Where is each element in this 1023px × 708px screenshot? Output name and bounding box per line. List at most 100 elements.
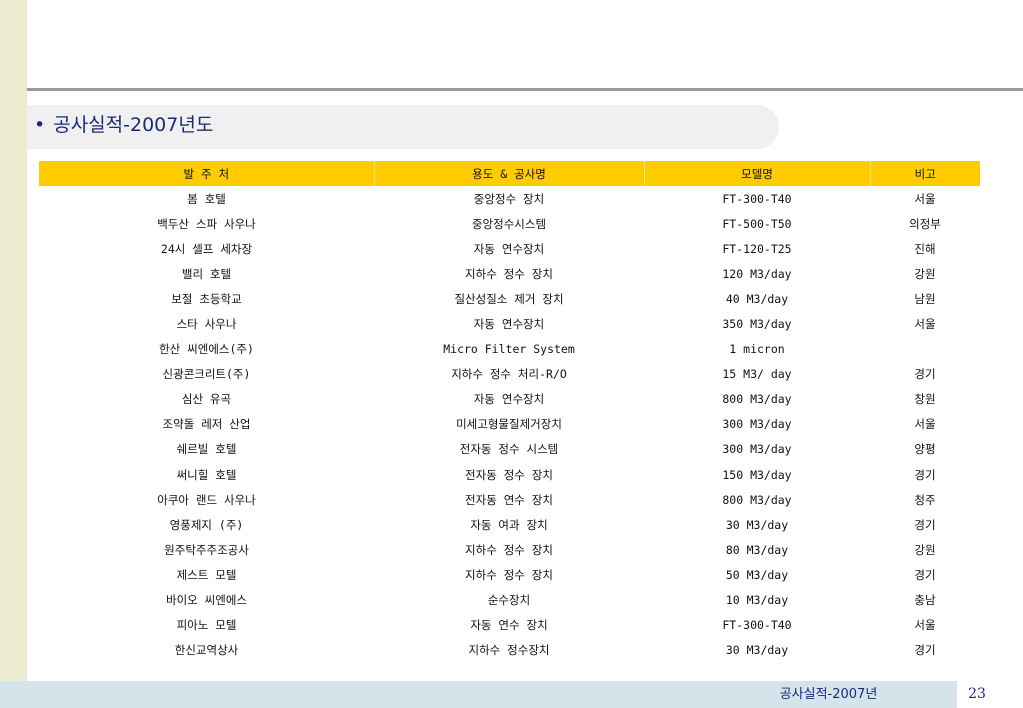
- cell-model: 800 M3/day: [722, 492, 792, 507]
- table-row: 피아노 모텔 자동 연수 장치 FT-300-T40 서울: [39, 613, 980, 638]
- cell-note: 충남: [914, 593, 936, 608]
- cell-note: 청주: [914, 492, 936, 507]
- cell-purpose: 자동 연수장치: [473, 392, 545, 407]
- cell-model: 50 M3/day: [725, 567, 789, 582]
- table-row: 24시 셀프 세차장 자동 연수장치 FT-120-T25 진해: [39, 236, 980, 261]
- cell-purpose: Micro Filter System: [443, 342, 575, 357]
- cell-model: 30 M3/day: [725, 517, 789, 532]
- table-body: 봄 호텔 중앙정수 장치 FT-300-T40 서울 백두산 스파 사우나 중앙정수시스템…: [39, 186, 980, 663]
- cell-note: 서울: [914, 191, 936, 206]
- cell-note: 서울: [914, 417, 936, 432]
- table-row: 쉐르빌 호텔 전자동 정수 시스템 300 M3/day 양평: [39, 437, 980, 462]
- header-purpose: 용도 & 공사명: [374, 161, 645, 186]
- cell-note: 경기: [914, 467, 936, 482]
- cell-purpose: 중앙정수 장치: [473, 191, 545, 206]
- top-divider: [27, 88, 1023, 91]
- cell-note: 경기: [914, 643, 936, 658]
- cell-note: 서울: [914, 618, 936, 633]
- cell-client: 백두산 스파 사우나: [157, 216, 256, 231]
- table-row: 바이오 씨엔에스 순수장치 10 M3/day 충남: [39, 588, 980, 613]
- header-note: 비고: [870, 161, 980, 186]
- cell-purpose: 질산성질소 제거 장치: [454, 291, 564, 306]
- table-row: 신광콘크리트(주) 지하수 정수 처리-R/O 15 M3/ day 경기: [39, 362, 980, 387]
- table-row: 밸리 호텔 지하수 정수 장치 120 M3/day 강원: [39, 261, 980, 286]
- cell-purpose: 전자동 정수 시스템: [459, 442, 559, 457]
- table-row: 원주탁주주조공사 지하수 정수 장치 80 M3/day 강원: [39, 537, 980, 562]
- table-row: 한산 씨엔에스(주) Micro Filter System 1 micron: [39, 337, 980, 362]
- cell-model: 150 M3/day: [722, 467, 792, 482]
- table-row: 써니힐 호텔 전자동 정수 장치 150 M3/day 경기: [39, 462, 980, 487]
- cell-client: 아쿠아 랜드 사우나: [157, 492, 256, 507]
- cell-model: 300 M3/day: [722, 417, 792, 432]
- cell-client: 한산 씨엔에스(주): [159, 342, 254, 357]
- cell-model: FT-120-T25: [722, 241, 792, 256]
- cell-model: 800 M3/day: [722, 392, 792, 407]
- table-row: 백두산 스파 사우나 중앙정수시스템 FT-500-T50 의정부: [39, 211, 980, 236]
- cell-model: FT-300-T40: [722, 191, 792, 206]
- cell-model: 10 M3/day: [725, 593, 789, 608]
- cell-note: 의정부: [909, 216, 941, 231]
- cell-client: 밸리 호텔: [181, 266, 232, 281]
- footer-label: 공사실적-2007년: [779, 687, 878, 702]
- cell-model: 40 M3/day: [725, 291, 789, 306]
- cell-client: 써니힐 호텔: [176, 467, 237, 482]
- cell-purpose: 자동 연수 장치: [470, 618, 548, 633]
- header-client: 발 주 처: [39, 161, 375, 186]
- table-row: 봄 호텔 중앙정수 장치 FT-300-T40 서울: [39, 186, 980, 211]
- cell-model: 30 M3/day: [725, 643, 789, 658]
- cell-client: 제스트 모텔: [176, 567, 237, 582]
- cell-purpose: 자동 연수장치: [473, 241, 545, 256]
- cell-purpose: 전자동 정수 장치: [465, 467, 553, 482]
- cell-client: 봄 호텔: [187, 191, 226, 206]
- cell-purpose: 지하수 정수 장치: [465, 542, 553, 557]
- cell-note: 경기: [914, 517, 936, 532]
- cell-note: [870, 337, 980, 362]
- cell-client: 피아노 모텔: [176, 618, 237, 633]
- cell-model: 300 M3/day: [722, 442, 792, 457]
- bullet-icon: •: [34, 114, 46, 136]
- table-row: 제스트 모텔 지하수 정수 장치 50 M3/day 경기: [39, 562, 980, 587]
- cell-model: 120 M3/day: [722, 266, 792, 281]
- table-row: 보절 초등학교 질산성질소 제거 장치 40 M3/day 남원: [39, 286, 980, 311]
- cell-purpose: 중앙정수시스템: [471, 216, 547, 231]
- cell-model: 15 M3/ day: [722, 367, 792, 382]
- cell-purpose: 미세고형물질제거장치: [456, 417, 562, 432]
- cell-client: 한신교역상사: [174, 643, 239, 658]
- header-model: 모델명: [644, 161, 871, 186]
- cell-purpose: 순수장치: [487, 593, 531, 608]
- cell-model: FT-300-T40: [722, 618, 792, 633]
- page-number: 23: [968, 686, 986, 702]
- table-row: 조약돌 레저 산업 미세고형물질제거장치 300 M3/day 서울: [39, 412, 980, 437]
- table-row: 스타 사우나 자동 연수장치 350 M3/day 서울: [39, 311, 980, 336]
- cell-client: 심산 유곡: [181, 392, 232, 407]
- cell-client: 24시 셀프 세차장: [160, 241, 253, 256]
- cell-note: 창원: [914, 392, 936, 407]
- cell-client: 보절 초등학교: [171, 291, 242, 306]
- cell-purpose: 지하수 정수 장치: [465, 567, 553, 582]
- cell-note: 양평: [914, 442, 936, 457]
- table-header-row: 발 주 처 용도 & 공사명 모델명 비고: [39, 161, 980, 186]
- left-decor-strip: [0, 0, 27, 681]
- cell-purpose: 지하수 정수 처리-R/O: [451, 367, 567, 382]
- table-row: 영풍제지 (주) 자동 여과 장치 30 M3/day 경기: [39, 512, 980, 537]
- cell-client: 쉐르빌 호텔: [176, 442, 237, 457]
- cell-note: 서울: [914, 317, 936, 332]
- cell-model: FT-500-T50: [722, 216, 792, 231]
- cell-model: 350 M3/day: [722, 317, 792, 332]
- cell-client: 신광콘크리트(주): [162, 367, 251, 382]
- title-text: 공사실적-2007년도: [53, 114, 214, 136]
- cell-model: 80 M3/day: [725, 542, 789, 557]
- table-row: 한신교역상사 지하수 정수장치 30 M3/day 경기: [39, 638, 980, 663]
- cell-client: 바이오 씨엔에스: [166, 593, 247, 608]
- cell-note: 남원: [914, 291, 936, 306]
- cell-note: 경기: [914, 367, 936, 382]
- cell-model: 1 micron: [729, 342, 785, 357]
- cell-purpose: 전자동 연수 장치: [465, 492, 553, 507]
- cell-purpose: 지하수 정수 장치: [465, 266, 553, 281]
- cell-note: 경기: [914, 567, 936, 582]
- cell-purpose: 자동 여과 장치: [470, 517, 548, 532]
- table-row: 아쿠아 랜드 사우나 전자동 연수 장치 800 M3/day 청주: [39, 487, 980, 512]
- cell-client: 스타 사우나: [176, 317, 237, 332]
- projects-table: 발 주 처 용도 & 공사명 모델명 비고 봄 호텔 중앙정수 장치 FT-300-…: [39, 161, 980, 663]
- cell-note: 강원: [914, 266, 936, 281]
